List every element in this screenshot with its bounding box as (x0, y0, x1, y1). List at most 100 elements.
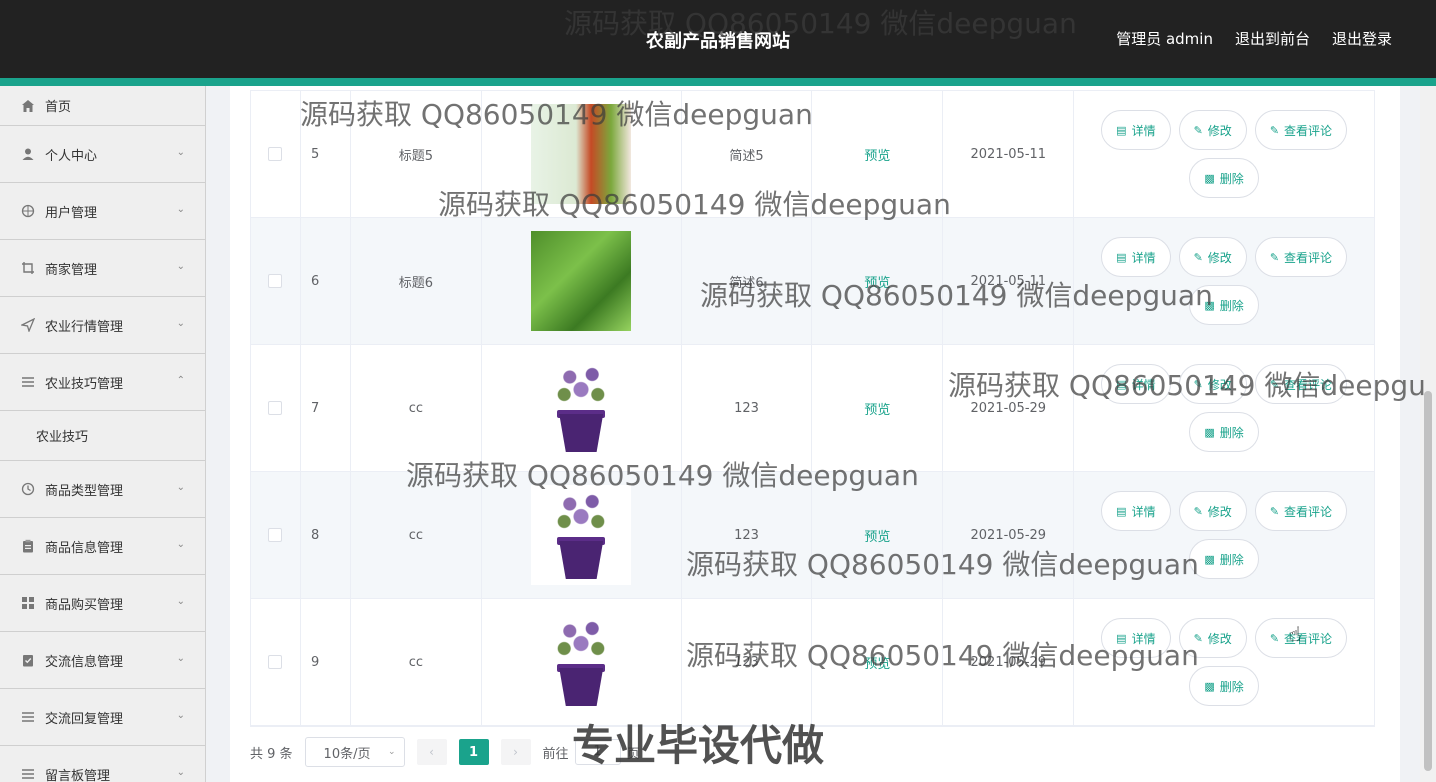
chevron-down-icon: ⌄ (176, 653, 185, 664)
row-brief: 简述5 (682, 91, 813, 217)
edit-button[interactable]: ✎ 修改 (1178, 110, 1247, 150)
sidebar-item-home[interactable]: 首页 (0, 86, 205, 126)
top-nav: 管理员 admin 退出到前台 退出登录 (1116, 28, 1392, 49)
sidebar-item-label: 用户管理 (45, 205, 98, 221)
chevron-down-icon: ⌄ (176, 482, 185, 493)
edit-button[interactable]: ✎ 修改 (1178, 237, 1247, 277)
product-image (531, 485, 632, 585)
sidebar-item-agri-tips[interactable]: 农业技巧管理 ⌃ (0, 354, 205, 411)
delete-button[interactable]: ▩ 删除 (1189, 158, 1259, 198)
document-icon: ▤ (1116, 504, 1127, 518)
detail-button[interactable]: ▤ 详情 (1101, 364, 1171, 404)
product-image (531, 612, 632, 712)
hand-cursor-icon: ☝ (1289, 622, 1302, 646)
row-index: 9 (301, 599, 351, 725)
product-image (531, 358, 632, 458)
sidebar-item-label: 商品购买管理 (45, 597, 124, 613)
view-comments-button[interactable]: ✎ 查看评论 (1254, 491, 1348, 531)
row-checkbox[interactable] (268, 274, 283, 288)
row-checkbox[interactable] (268, 147, 283, 161)
document-icon: ▤ (1116, 123, 1127, 137)
preview-link[interactable]: 预览 (812, 599, 944, 725)
row-actions: ▤ 详情 ✎ 修改 ✎ 查看评论 ▩ 删除 (1074, 91, 1374, 217)
detail-button[interactable]: ▤ 详情 (1101, 110, 1171, 150)
preview-link[interactable]: 预览 (812, 91, 944, 217)
row-date: 2021-05-29 (943, 599, 1075, 725)
delete-button[interactable]: ▩ 删除 (1189, 539, 1259, 579)
vertical-scrollbar[interactable] (1420, 86, 1436, 782)
back-to-front-link[interactable]: 退出到前台 (1235, 28, 1310, 49)
sidebar-item-label: 商家管理 (45, 262, 98, 278)
sidebar-item-label: 交流信息管理 (45, 654, 124, 670)
next-page-button[interactable]: › (500, 739, 531, 765)
edit-icon: ✎ (1193, 631, 1203, 645)
sidebar-item-product-types[interactable]: 商品类型管理 ⌄ (0, 461, 205, 518)
header-accent-bar (0, 78, 1436, 86)
clock-icon (20, 481, 36, 497)
sidebar-item-label: 交流回复管理 (45, 711, 124, 727)
trash-icon: ▩ (1204, 298, 1215, 312)
table-row: 7 cc 123 预览 2021-05-29 ▤ 详情 ✎ 修改 ✎ 查看评论 ▩ 删除 (251, 345, 1374, 472)
page-size-select[interactable]: 10条/页 ⌄ (304, 737, 405, 767)
preview-link[interactable]: 预览 (812, 345, 944, 471)
sidebar-item-exchange-info[interactable]: 交流信息管理 ⌄ (0, 632, 205, 689)
preview-link[interactable]: 预览 (812, 472, 944, 598)
row-checkbox[interactable] (268, 655, 283, 669)
edit-button[interactable]: ✎ 修改 (1178, 491, 1247, 531)
row-index: 5 (301, 91, 351, 217)
jump-prefix: 前往 (542, 746, 569, 762)
logout-link[interactable]: 退出登录 (1332, 28, 1392, 49)
edit-icon: ✎ (1193, 123, 1203, 137)
sidebar-item-product-info[interactable]: 商品信息管理 ⌄ (0, 518, 205, 575)
sidebar-item-exchange-reply[interactable]: 交流回复管理 ⌄ (0, 689, 205, 746)
sidebar-item-product-purchase[interactable]: 商品购买管理 ⌄ (0, 575, 205, 632)
main-content: 5 标题5 简述5 预览 2021-05-11 ▤ 详情 ✎ 修改 ✎ 查看评论 ▩ 删… (206, 86, 1436, 782)
page-number-current[interactable]: 1 (458, 739, 489, 765)
chevron-down-icon: ⌄ (388, 747, 396, 757)
edit-icon: ✎ (1269, 377, 1280, 391)
detail-button[interactable]: ▤ 详情 (1101, 491, 1171, 531)
sidebar-item-merchants[interactable]: 商家管理 ⌄ (0, 240, 205, 297)
chevron-down-icon: ⌄ (176, 204, 185, 215)
detail-button[interactable]: ▤ 详情 (1101, 237, 1171, 277)
sidebar-item-label: 农业行情管理 (45, 319, 124, 335)
chevron-down-icon: ⌄ (176, 147, 185, 158)
data-table: 5 标题5 简述5 预览 2021-05-11 ▤ 详情 ✎ 修改 ✎ 查看评论 ▩ 删… (250, 90, 1375, 727)
trash-icon: ▩ (1204, 171, 1215, 185)
preview-link[interactable]: 预览 (812, 218, 944, 344)
trash-icon: ▩ (1204, 552, 1215, 566)
menu-icon (20, 766, 36, 782)
chevron-down-icon: ⌄ (176, 318, 185, 329)
detail-button[interactable]: ▤ 详情 (1101, 618, 1171, 658)
sidebar-item-label: 商品信息管理 (45, 540, 124, 556)
chevron-down-icon: ⌄ (176, 539, 185, 550)
table-row: 8 cc 123 预览 2021-05-29 ▤ 详情 ✎ 修改 ✎ 查看评论 ▩ 删除 (251, 472, 1374, 599)
sidebar-item-profile[interactable]: 个人中心 ⌄ (0, 126, 205, 183)
sidebar-item-message-board[interactable]: 留言板管理 ⌄ (0, 746, 205, 782)
chevron-down-icon: ⌄ (176, 710, 185, 721)
edit-button[interactable]: ✎ 修改 (1178, 618, 1247, 658)
row-date: 2021-05-29 (943, 345, 1075, 471)
scrollbar-thumb[interactable] (1424, 391, 1432, 771)
row-index: 7 (301, 345, 351, 471)
row-checkbox[interactable] (268, 401, 283, 415)
table-card: 5 标题5 简述5 预览 2021-05-11 ▤ 详情 ✎ 修改 ✎ 查看评论 ▩ 删… (230, 86, 1400, 782)
view-comments-button[interactable]: ✎ 查看评论 (1254, 237, 1348, 277)
submenu-item-agri-tips[interactable]: 农业技巧 (0, 411, 205, 461)
menu-icon (20, 709, 36, 725)
row-brief: 123 (682, 599, 813, 725)
delete-button[interactable]: ▩ 删除 (1189, 285, 1259, 325)
view-comments-button[interactable]: ✎ 查看评论 (1254, 364, 1348, 404)
edit-button[interactable]: ✎ 修改 (1178, 364, 1247, 404)
delete-button[interactable]: ▩ 删除 (1189, 666, 1259, 706)
menu-icon (20, 374, 36, 390)
prev-page-button[interactable]: ‹ (416, 739, 447, 765)
edit-icon: ✎ (1193, 377, 1203, 391)
sidebar-item-users[interactable]: 用户管理 ⌄ (0, 183, 205, 240)
sidebar-item-agri-market[interactable]: 农业行情管理 ⌄ (0, 297, 205, 354)
document-icon: ▤ (1116, 377, 1127, 391)
view-comments-button[interactable]: ✎ 查看评论 (1254, 110, 1348, 150)
trash-icon: ▩ (1204, 425, 1215, 439)
delete-button[interactable]: ▩ 删除 (1189, 412, 1259, 452)
row-checkbox[interactable] (268, 528, 283, 542)
